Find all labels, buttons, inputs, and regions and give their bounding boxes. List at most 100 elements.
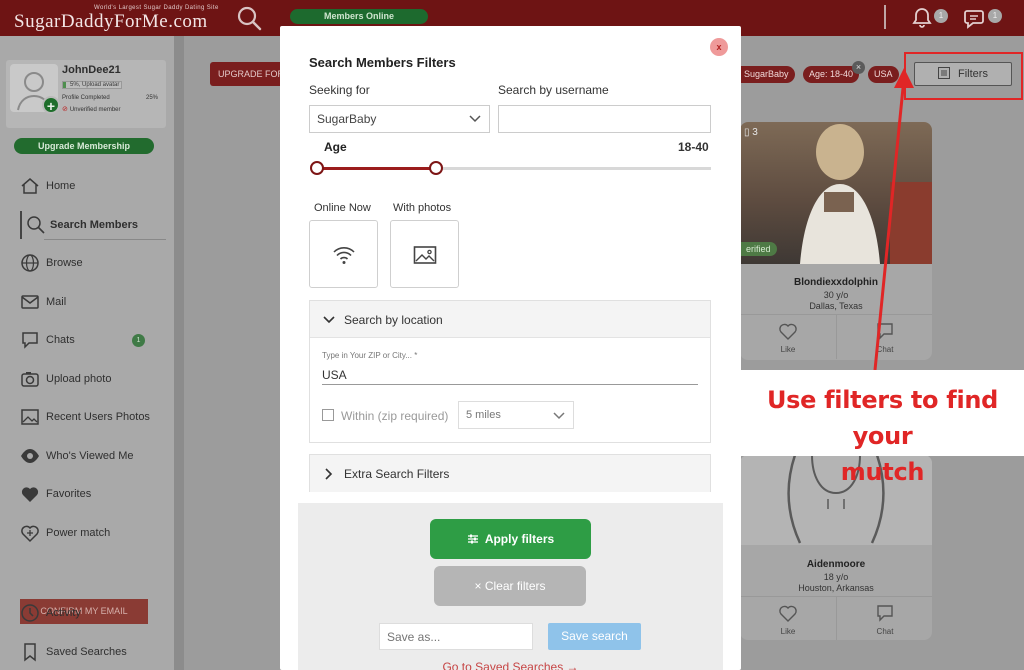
annotation-arrow bbox=[873, 68, 914, 371]
sliders-icon bbox=[467, 534, 478, 544]
close-modal-button[interactable]: x bbox=[710, 38, 728, 56]
annotation-line-2: mutch bbox=[840, 458, 925, 486]
logo-text: SugarDaddyForMe.com bbox=[14, 11, 208, 32]
header-divider bbox=[884, 5, 886, 29]
unverified-status: ⊘ Unverified member bbox=[62, 105, 121, 113]
sidebar-item-label: Chats bbox=[46, 334, 75, 346]
member-name[interactable]: Aidenmoore bbox=[740, 559, 932, 570]
filters-highlight-box bbox=[904, 52, 1023, 100]
clear-filters-button[interactable]: × Clear filters bbox=[434, 566, 586, 606]
sidebar-item-recent-users-photos[interactable]: Recent Users Photos bbox=[0, 399, 174, 438]
location-section-header[interactable]: Search by location bbox=[310, 301, 710, 338]
wifi-icon bbox=[333, 247, 355, 264]
photo-count: ▯ 3 bbox=[744, 127, 758, 138]
extra-filters-heading: Extra Search Filters bbox=[344, 467, 450, 481]
sidebar-item-chats[interactable]: Chats 1 bbox=[0, 322, 174, 361]
chevron-down-icon bbox=[469, 115, 481, 123]
add-avatar-button[interactable]: + bbox=[42, 96, 60, 114]
annotation-line-1: Use filters to find your bbox=[766, 386, 999, 450]
bell-icon[interactable] bbox=[910, 6, 934, 30]
notifications-badge: 1 bbox=[934, 9, 948, 23]
save-search-button[interactable]: Save search bbox=[548, 623, 641, 650]
save-search-name-input[interactable] bbox=[379, 623, 533, 650]
upgrade-membership-button[interactable]: Upgrade Membership bbox=[14, 138, 154, 154]
extra-filters-header[interactable]: Extra Search Filters bbox=[310, 455, 710, 492]
sidebar-item-saved-searches[interactable]: Saved Searches bbox=[0, 634, 174, 670]
online-now-label: Online Now bbox=[314, 202, 371, 214]
extra-filters-section: Extra Search Filters bbox=[309, 454, 711, 492]
zip-city-input[interactable] bbox=[322, 365, 698, 385]
seeking-value: SugarBaby bbox=[317, 112, 377, 126]
like-button[interactable]: Like bbox=[740, 315, 836, 359]
filter-chip-age[interactable]: Age: 18-40 bbox=[803, 66, 860, 83]
bookmark-icon bbox=[24, 642, 36, 662]
search-icon[interactable] bbox=[236, 5, 262, 31]
chevron-down-icon bbox=[323, 316, 335, 324]
sidebar-nav: Home Search Members Browse Mail Chats 1 … bbox=[0, 168, 174, 553]
member-age: 18 y/o bbox=[823, 572, 849, 582]
sidebar-item-activity[interactable]: Activity bbox=[0, 595, 174, 634]
saved-searches-link[interactable]: Go to Saved Searches → bbox=[298, 660, 723, 670]
eye-icon bbox=[21, 448, 39, 463]
sidebar-item-mail[interactable]: Mail bbox=[0, 284, 174, 323]
profile-card: + JohnDee21 5%, Upload avatar Profile Co… bbox=[6, 60, 166, 128]
search-icon bbox=[27, 215, 45, 234]
messages-icon[interactable] bbox=[963, 6, 987, 30]
distance-select[interactable]: 5 miles bbox=[458, 401, 574, 429]
with-photos-toggle[interactable] bbox=[390, 220, 459, 288]
home-icon bbox=[21, 178, 39, 194]
filter-chip-seeking[interactable]: : SugarBaby bbox=[733, 66, 795, 83]
sidebar-item-favorites[interactable]: Favorites bbox=[0, 476, 174, 515]
username-search-label: Search by username bbox=[498, 83, 609, 97]
sidebar-scrollbar[interactable] bbox=[174, 36, 184, 670]
heart-icon bbox=[779, 323, 797, 340]
members-online-button[interactable]: Members Online bbox=[290, 9, 428, 24]
chats-count-badge: 1 bbox=[132, 334, 145, 347]
upgrade-banner[interactable]: UPGRADE FOR bbox=[210, 62, 286, 86]
member-location: Houston, Arkansas bbox=[798, 583, 874, 593]
modal-title: Search Members Filters bbox=[309, 55, 456, 70]
username-search-input[interactable] bbox=[498, 105, 711, 133]
sidebar-item-label: Saved Searches bbox=[46, 645, 127, 658]
mail-icon bbox=[21, 294, 39, 309]
chat-icon bbox=[22, 332, 38, 349]
seeking-select[interactable]: SugarBaby bbox=[309, 105, 490, 133]
sidebar-item-upload-photo[interactable]: Upload photo bbox=[0, 361, 174, 400]
within-label: Within (zip required) bbox=[341, 409, 449, 423]
like-button[interactable]: Like bbox=[740, 597, 836, 640]
sidebar-nav-secondary: Activity Saved Searches bbox=[0, 595, 174, 670]
profile-completed-value: 25% bbox=[146, 95, 159, 101]
age-slider-max-handle[interactable] bbox=[429, 161, 443, 175]
sidebar: + JohnDee21 5%, Upload avatar Profile Co… bbox=[0, 36, 174, 670]
sidebar-item-whos-viewed-me[interactable]: Who's Viewed Me bbox=[0, 438, 174, 477]
clock-icon bbox=[21, 604, 39, 622]
like-label: Like bbox=[780, 627, 796, 636]
profile-completed-label: Profile Completed bbox=[62, 95, 110, 101]
sidebar-item-label: Home bbox=[46, 180, 76, 192]
chat-button[interactable]: Chat bbox=[836, 597, 932, 640]
sidebar-item-label: Who's Viewed Me bbox=[46, 449, 134, 462]
heart-icon bbox=[21, 487, 39, 502]
apply-filters-button[interactable]: Apply filters bbox=[430, 519, 591, 559]
within-checkbox[interactable] bbox=[322, 409, 334, 421]
sidebar-item-home[interactable]: Home bbox=[0, 168, 174, 207]
with-photos-label: With photos bbox=[393, 202, 452, 214]
verified-badge: erified bbox=[740, 242, 777, 256]
age-range-value: 18-40 bbox=[678, 140, 709, 154]
image-icon bbox=[21, 409, 39, 425]
location-section: Search by location Type in Your ZIP or C… bbox=[309, 300, 711, 443]
online-now-toggle[interactable] bbox=[309, 220, 378, 288]
sidebar-item-browse[interactable]: Browse bbox=[0, 245, 174, 284]
progress-fill bbox=[63, 82, 66, 88]
sidebar-item-label: Mail bbox=[46, 295, 67, 308]
username[interactable]: JohnDee21 bbox=[62, 64, 121, 76]
annotation-callout: Use filters to find your mutch bbox=[741, 370, 1024, 486]
sidebar-item-label: Activity bbox=[46, 607, 81, 619]
age-slider-fill bbox=[317, 167, 437, 170]
age-label: Age bbox=[324, 140, 347, 154]
sidebar-item-search-members[interactable]: Search Members bbox=[0, 207, 174, 246]
unverified-icon: ⊘ bbox=[62, 106, 70, 113]
sidebar-item-power-match[interactable]: Power match bbox=[0, 515, 174, 554]
age-slider-min-handle[interactable] bbox=[310, 161, 324, 175]
progress-text: 5%, Upload avatar bbox=[70, 82, 120, 88]
